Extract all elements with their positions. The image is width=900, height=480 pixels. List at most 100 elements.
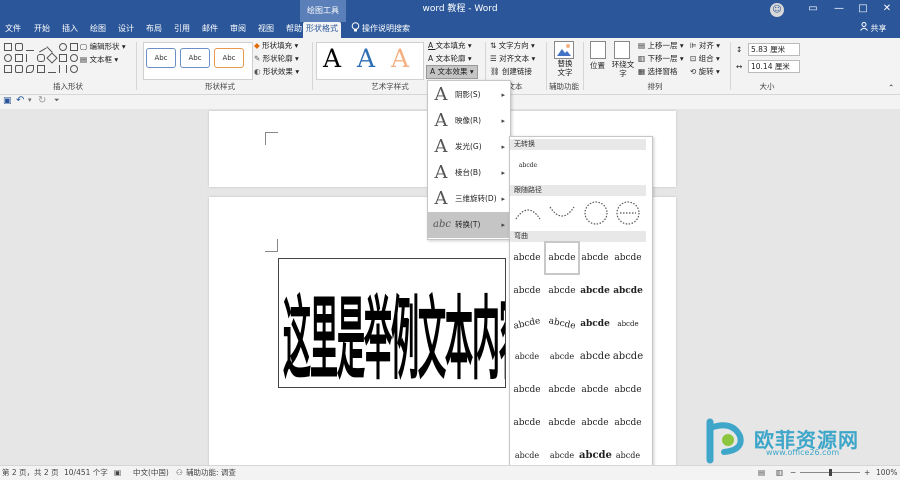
menu-item-shadow[interactable]: A 阴影(S) ▸ <box>428 82 510 108</box>
alt-text-icon[interactable] <box>554 41 574 59</box>
redo-icon[interactable]: ↻ <box>38 95 46 106</box>
text-direction-button[interactable]: ⇅ 文字方向 ▾ <box>490 40 535 52</box>
proofing-icon[interactable]: ▣ <box>114 466 121 480</box>
text-effects-button[interactable]: A 文本效果 ▾ <box>426 65 478 79</box>
warp-plain[interactable]: abcde <box>511 243 543 273</box>
warp-ring-outside[interactable]: abcde <box>612 276 644 306</box>
zoom-slider-handle[interactable] <box>829 469 832 476</box>
text-outline-button[interactable]: A 文本轮廓 ▾ <box>428 53 472 65</box>
textbox-content[interactable]: 这里是举例文本内容。 <box>283 271 505 387</box>
minimize-button[interactable]: — <box>826 0 852 20</box>
align-button[interactable]: ⊫ 对齐 ▾ <box>690 40 720 52</box>
tab-insert[interactable]: 插入 <box>58 22 82 38</box>
transform-none[interactable]: abcde <box>512 151 544 181</box>
warp-wave-2[interactable]: abcde <box>546 375 578 405</box>
wordart-style-black[interactable]: A <box>318 42 346 76</box>
tab-file[interactable]: 文件 <box>2 22 24 38</box>
wordart-style-blue[interactable]: A <box>352 42 380 76</box>
warp-curve-up[interactable]: abcde <box>511 342 543 372</box>
warp-chevron-up[interactable]: abcde <box>511 276 543 306</box>
shape-style-2[interactable]: Abc <box>180 48 210 68</box>
language-indicator[interactable]: 中文(中国) <box>133 466 169 480</box>
shape-style-3[interactable]: Abc <box>214 48 244 68</box>
menu-item-glow[interactable]: A 发光(G) ▸ <box>428 134 510 160</box>
menu-item-bevel[interactable]: A 棱台(B) ▸ <box>428 160 510 186</box>
word-count[interactable]: 10/451 个字 <box>64 466 108 480</box>
tell-me-search[interactable]: 操作说明搜索 <box>362 22 412 38</box>
shape-gallery[interactable] <box>3 41 78 78</box>
menu-item-3d-rotation[interactable]: A 三维旋转(D) ▸ <box>428 186 510 212</box>
warp-button[interactable]: abcde <box>612 309 644 339</box>
send-backward-button[interactable]: ▥ 下移一层 ▾ <box>638 53 684 65</box>
lightbulb-icon[interactable] <box>348 22 362 38</box>
alt-text-label[interactable]: 替换文字 <box>556 59 574 77</box>
warp-deflate[interactable]: abcde <box>546 408 578 438</box>
tab-mailings[interactable]: 邮件 <box>198 22 222 38</box>
zoom-out-icon[interactable]: − <box>790 466 796 480</box>
tab-home[interactable]: 开始 <box>30 22 54 38</box>
wordart-style-orange[interactable]: A <box>386 42 414 76</box>
warp-wave-1[interactable]: abcde <box>511 375 543 405</box>
warp-double-wave-1[interactable]: abcde <box>579 375 611 405</box>
rotate-button[interactable]: ⟲ 旋转 ▾ <box>690 66 720 78</box>
close-button[interactable]: ✕ <box>874 0 900 20</box>
tab-references[interactable]: 引用 <box>170 22 194 38</box>
maximize-button[interactable]: □ <box>850 0 876 20</box>
selected-text-box[interactable]: 这里是举例文本内容。 <box>278 258 506 388</box>
wrap-text-icon[interactable] <box>614 41 630 59</box>
align-text-button[interactable]: ☰ 对齐文本 ▾ <box>490 53 535 65</box>
shape-fill-button[interactable]: ◆ 形状填充 ▾ <box>254 40 298 52</box>
web-layout-icon[interactable]: ▥ <box>776 466 783 480</box>
warp-curve-down[interactable]: abcde <box>546 342 578 372</box>
tab-design[interactable]: 设计 <box>114 22 138 38</box>
menu-item-reflection[interactable]: A 映像(R) ▸ <box>428 108 510 134</box>
ribbon-display-icon[interactable]: ▭ <box>800 0 826 20</box>
save-icon[interactable]: ▣ <box>3 96 12 106</box>
shape-effects-button[interactable]: ◐ 形状效果 ▾ <box>254 66 299 78</box>
shape-outline-button[interactable]: ✎ 形状轮廓 ▾ <box>254 53 299 65</box>
create-link-button[interactable]: ⛓ 创建链接 <box>490 66 532 78</box>
warp-stop[interactable]: abcde <box>544 241 580 275</box>
shape-style-1[interactable]: Abc <box>146 48 176 68</box>
warp-double-wave-2[interactable]: abcde <box>612 375 644 405</box>
zoom-in-icon[interactable]: + <box>864 466 870 480</box>
menu-item-transform[interactable]: abc 转换(T) ▸ <box>428 212 510 238</box>
zoom-level[interactable]: 100% <box>876 466 897 480</box>
width-input[interactable]: 10.14 厘米 <box>748 60 800 73</box>
warp-inflate-bottom[interactable]: abcde <box>579 408 611 438</box>
collapse-ribbon-icon[interactable]: ⌃ <box>888 82 894 94</box>
page-count[interactable]: 第 2 页，共 2 页 <box>2 466 59 480</box>
warp-deflate-bottom[interactable]: abcde <box>612 408 644 438</box>
tab-review[interactable]: 审阅 <box>226 22 250 38</box>
transform-arch-down[interactable] <box>549 206 575 217</box>
text-box-button[interactable]: ▤ 文本框 ▾ <box>80 54 118 66</box>
tab-layout[interactable]: 布局 <box>142 22 166 38</box>
warp-can-down[interactable]: abcde <box>612 342 644 372</box>
customize-qat-icon[interactable]: ⏷ <box>54 96 60 105</box>
warp-arch-up[interactable]: abcde <box>510 306 546 342</box>
share-button[interactable]: 共享 <box>860 22 900 38</box>
warp-inflate[interactable]: abcde <box>511 408 543 438</box>
print-layout-icon[interactable]: ▤ <box>758 466 765 480</box>
position-icon[interactable] <box>590 41 606 59</box>
position-button[interactable]: 位置 <box>590 60 605 72</box>
warp-ring-inside[interactable]: abcde <box>579 276 611 306</box>
transform-arch-up[interactable] <box>515 209 541 220</box>
transform-circle[interactable] <box>584 201 608 225</box>
transform-button[interactable] <box>616 201 640 225</box>
group-button[interactable]: ⊡ 组合 ▾ <box>690 53 720 65</box>
user-avatar-icon[interactable]: ☺ <box>770 3 784 17</box>
height-input[interactable]: 5.83 厘米 <box>748 43 800 56</box>
wrap-text-button[interactable]: 环绕文字 <box>610 60 636 78</box>
warp-circle[interactable]: abcde <box>579 309 611 339</box>
selection-pane-button[interactable]: ▦ 选择窗格 <box>638 66 677 78</box>
warp-chevron-down[interactable]: abcde <box>546 276 578 306</box>
undo-icon[interactable]: ↶ <box>16 95 24 106</box>
warp-can-up[interactable]: abcde <box>579 342 611 372</box>
warp-triangle-up[interactable]: abcde <box>579 243 611 273</box>
tab-draw[interactable]: 绘图 <box>86 22 110 38</box>
tab-shape-format[interactable]: 形状格式 <box>303 22 341 38</box>
edit-shape-button[interactable]: ▢ 编辑形状 ▾ <box>80 41 126 53</box>
warp-arch-down[interactable]: abcde <box>543 306 581 342</box>
bring-forward-button[interactable]: ▤ 上移一层 ▾ <box>638 40 684 52</box>
